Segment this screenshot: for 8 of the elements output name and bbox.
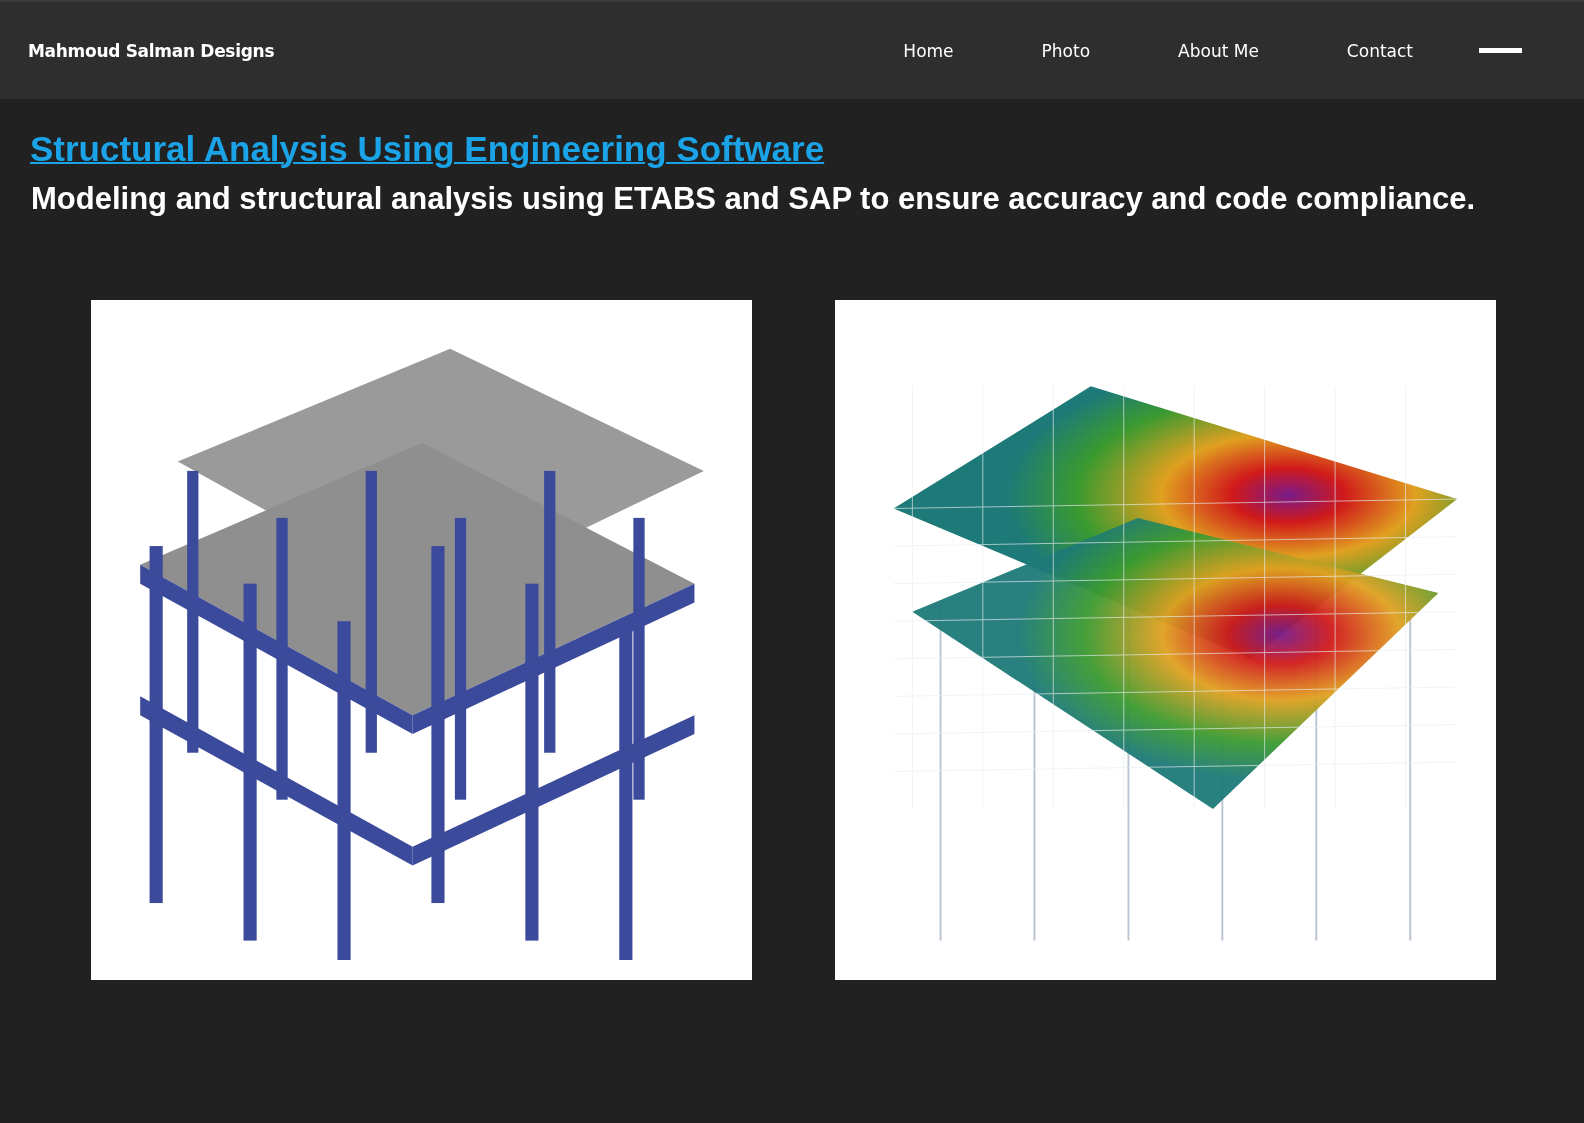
menu-icon[interactable] [1479,47,1522,54]
nav-link[interactable]: Home [903,40,954,61]
nav-link[interactable]: Contact [1346,40,1413,61]
site-brand[interactable]: Mahmoud Salman Designs [28,40,275,61]
nav-link[interactable]: About Me [1178,40,1259,61]
section-title-link[interactable]: Structural Analysis Using Engineering Software [30,129,825,169]
nav-link[interactable]: Photo [1041,40,1091,61]
section-subtitle: Modeling and structural analysis using ETABS and SAP to ensure accuracy and code compliance. [31,181,1477,217]
